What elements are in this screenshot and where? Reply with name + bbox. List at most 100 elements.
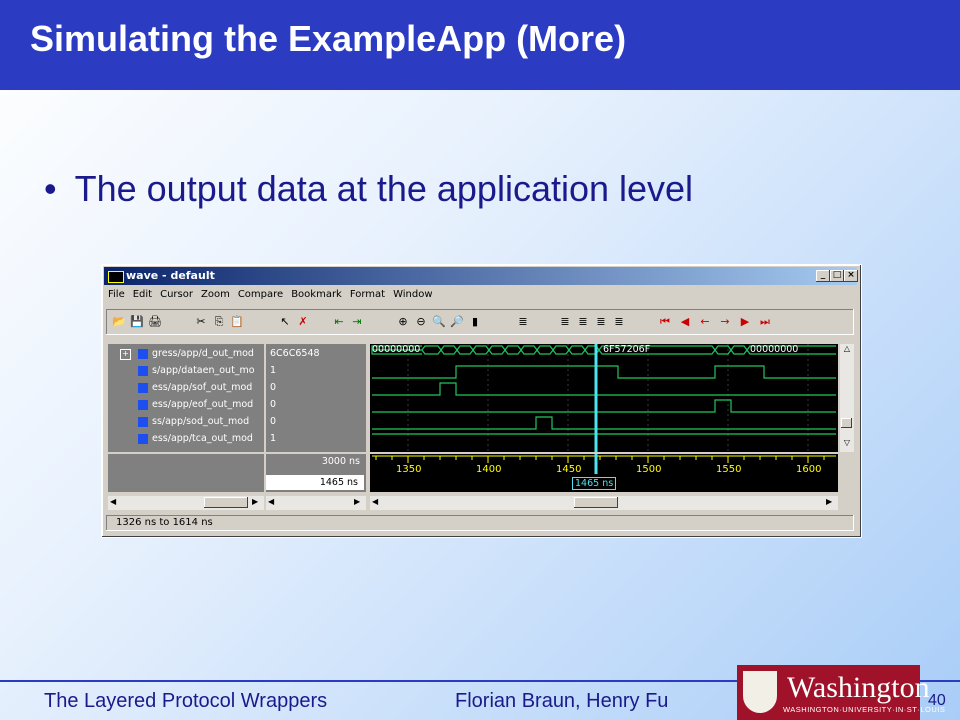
status-range: 1326 ns to 1614 ns [116,517,213,528]
slide-header: Simulating the ExampleApp (More) [0,0,960,90]
cursor-flag[interactable]: 1465 ns [572,477,617,490]
expand-icon[interactable]: + [120,349,131,360]
signal-names-pane: + gress/app/d_out_mod s/app/dataen_out_m… [108,344,264,452]
bullet-text: The output data at the application level [74,168,694,209]
names-footer [108,454,264,492]
footer-left: The Layered Protocol Wrappers [44,690,328,712]
delete-icon[interactable]: ✗ [296,315,310,329]
scroll-down-icon[interactable]: ▽ [840,438,854,451]
prev-cursor-icon[interactable]: ◀ [678,315,692,329]
bus-label: 00000000 [372,344,421,355]
paste-icon[interactable]: 📋 [230,315,244,329]
signal-value: 0 [270,399,277,410]
stop-icon[interactable]: ▮ [468,315,482,329]
menu-cursor[interactable]: Cursor [156,287,197,302]
signal-value: 0 [270,416,277,427]
bullet-dot: • [44,168,57,209]
open-icon[interactable]: 📂 [112,315,126,329]
waveform-window: wave - default _ □ × File Edit Cursor Zoom C… [101,264,862,538]
tick-label: 1400 [476,464,502,475]
find-next-edge-icon[interactable]: ⇥ [350,315,364,329]
cursor-left-icon[interactable]: ← [698,315,712,329]
status-bar: 1326 ns to 1614 ns [106,515,854,531]
next-cursor-icon[interactable]: ▶ [738,315,752,329]
signal-name[interactable]: s/app/dataen_out_mo [152,364,276,378]
add-cursor-icon[interactable]: ⏮ [658,315,672,329]
scroll-right-icon[interactable]: ▶ [354,497,360,506]
list-icon-4[interactable]: ≣ [612,315,626,329]
list-icon-2[interactable]: ≣ [576,315,590,329]
save-icon[interactable]: 💾 [130,315,144,329]
scroll-thumb[interactable] [574,497,618,508]
signal-icon [138,434,148,444]
waveform-traces [371,344,836,452]
signal-name[interactable]: ess/app/sof_out_mod [152,381,276,395]
tick-label: 1550 [716,464,742,475]
maximize-button[interactable]: □ [830,270,844,282]
scroll-thumb[interactable] [204,497,248,508]
shield-icon [743,671,777,713]
names-hscrollbar[interactable]: ◀ ▶ [108,496,264,510]
window-title: wave - default [126,269,215,282]
waveform-pane[interactable]: 00000000 6F57206F 00000000 [370,344,838,452]
signal-icon [138,417,148,427]
logo-wordmark: Washington [787,671,930,704]
list-icon-3[interactable]: ≣ [594,315,608,329]
bullet-item: • The output data at the application leve… [44,168,693,210]
bus-label: 6F57206F [603,344,651,355]
grid-lines [407,344,809,452]
scroll-up-icon[interactable]: △ [840,344,854,357]
remove-cursor-icon[interactable]: ⏭ [758,315,772,329]
print-icon[interactable]: 🖨 [148,315,162,329]
signal-name[interactable]: ess/app/tca_out_mod [152,432,276,446]
footer-authors: Florian Braun, Henry Fu [455,690,669,712]
values-hscrollbar[interactable]: ◀ ▶ [266,496,366,510]
menu-file[interactable]: File [104,287,129,302]
tick-label: 1350 [396,464,422,475]
menu-zoom[interactable]: Zoom [197,287,234,302]
scroll-left-icon[interactable]: ◀ [110,497,116,506]
minimize-button[interactable]: _ [816,270,830,282]
menu-bookmark[interactable]: Bookmark [287,287,346,302]
menu-format[interactable]: Format [346,287,389,302]
menu-edit[interactable]: Edit [129,287,156,302]
window-titlebar[interactable]: wave - default _ □ × [104,267,858,285]
signal-name[interactable]: gress/app/d_out_mod [152,347,276,361]
find-prev-edge-icon[interactable]: ⇤ [332,315,346,329]
find-icon[interactable]: ≣ [516,315,530,329]
cursor-right-icon[interactable]: → [718,315,732,329]
scroll-right-icon[interactable]: ▶ [252,497,258,506]
signal-value: 0 [270,382,277,393]
cursor-panel: 3000 ns 1465 ns [266,454,366,492]
zoom-full-icon[interactable]: 🔍 [432,315,446,329]
menu-bar: File Edit Cursor Zoom Compare Bookmark Format W… [104,287,857,305]
signal-icon [138,366,148,376]
menu-compare[interactable]: Compare [234,287,287,302]
zoom-in-icon[interactable]: ⊕ [396,315,410,329]
tick-label: 1500 [636,464,662,475]
close-button[interactable]: × [844,270,858,282]
trace-sof-out [372,382,836,396]
vertical-scrollbar[interactable]: △ ▽ [840,344,854,452]
scroll-right-icon[interactable]: ▶ [826,497,832,506]
scroll-thumb[interactable] [841,418,852,428]
scroll-left-icon[interactable]: ◀ [268,497,274,506]
page-number: 40 [928,692,946,709]
cut-icon[interactable]: ✂ [194,315,208,329]
copy-icon[interactable]: ⎘ [212,315,226,329]
scroll-left-icon[interactable]: ◀ [372,497,378,506]
logo-subtext: WASHINGTON·UNIVERSITY·IN·ST·LOUIS [783,705,946,714]
select-icon[interactable]: ↖ [278,315,292,329]
menu-window[interactable]: Window [389,287,436,302]
list-icon-1[interactable]: ≣ [558,315,572,329]
slide-title: Simulating the ExampleApp (More) [30,18,627,59]
cursor-time[interactable]: 1465 ns [266,475,364,490]
wave-app-icon [108,271,124,283]
zoom-out-icon[interactable]: ⊖ [414,315,428,329]
zoom-range-icon[interactable]: 🔎 [450,315,464,329]
signal-name[interactable]: ess/app/eof_out_mod [152,398,276,412]
university-logo: Washington WASHINGTON·UNIVERSITY·IN·ST·L… [737,665,945,720]
signal-name[interactable]: ss/app/sod_out_mod [152,415,276,429]
tick-label: 1450 [556,464,582,475]
waveform-hscrollbar[interactable]: ◀ ▶ [370,496,838,510]
